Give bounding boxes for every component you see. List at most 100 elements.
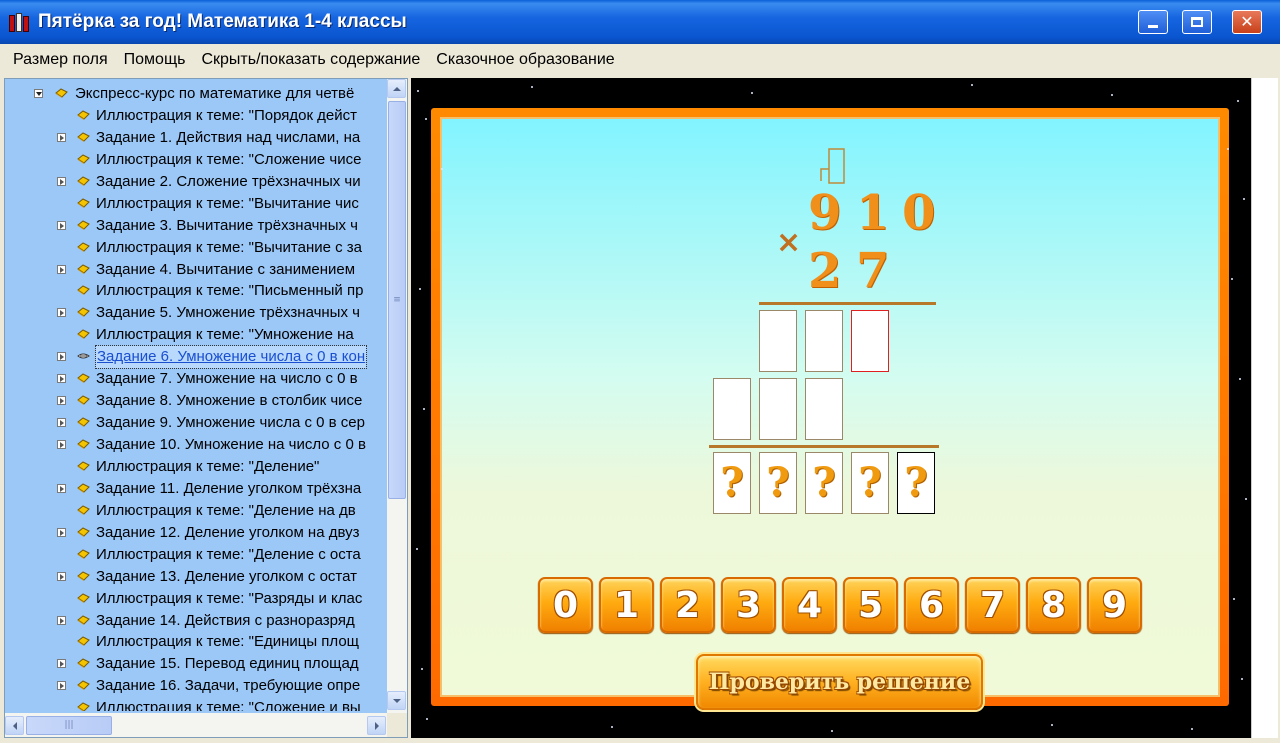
carry-digit-cell[interactable] [820, 147, 846, 185]
expand-icon[interactable] [57, 659, 66, 669]
tree-item[interactable]: Иллюстрация к теме: "Сложение чисе [5, 149, 387, 171]
tree-item[interactable]: Задание 16. Задачи, требующие опре [5, 675, 387, 697]
expand-icon[interactable] [57, 396, 66, 406]
grip-icon: ≡ [393, 294, 401, 305]
expand-icon[interactable] [57, 374, 66, 384]
scroll-thumb[interactable]: ≡ [388, 101, 406, 499]
expand-icon[interactable] [57, 264, 66, 274]
hscroll-thumb[interactable]: ||| [26, 716, 112, 735]
book-icon [77, 132, 90, 143]
tree-horizontal-scrollbar[interactable]: ||| [5, 713, 387, 737]
partial-product-cell-active[interactable] [851, 310, 889, 372]
expand-icon[interactable] [57, 176, 66, 186]
tree-item[interactable]: Задание 15. Перевод единиц площад [5, 653, 387, 675]
menu-field-size[interactable]: Размер поля [13, 51, 108, 69]
scrollbar-corner [387, 713, 407, 737]
answer-cell[interactable]: ? [759, 452, 797, 514]
tree-vertical-scrollbar[interactable]: ≡ [387, 79, 407, 713]
digit-key-3[interactable]: 3 [721, 577, 776, 633]
menu-fairy-education[interactable]: Сказочное образование [436, 51, 614, 69]
tree-item[interactable]: Задание 7. Умножение на число с 0 в [5, 368, 387, 390]
partial-product-cell[interactable] [759, 310, 797, 372]
scroll-left-button[interactable] [5, 716, 24, 735]
menu-toggle-contents[interactable]: Скрыть/показать содержание [201, 51, 420, 69]
tree-item[interactable]: Задание 10. Умножение на число с 0 в [5, 434, 387, 456]
expand-icon[interactable] [57, 220, 66, 230]
tree-item[interactable]: Задание 3. Вычитание трёхзначных ч [5, 215, 387, 237]
digit-key-2[interactable]: 2 [660, 577, 715, 633]
expand-icon[interactable] [57, 352, 66, 362]
expand-icon[interactable] [57, 681, 66, 691]
expand-icon[interactable] [57, 571, 66, 581]
digit-key-8[interactable]: 8 [1026, 577, 1081, 633]
tree-item[interactable]: Задание 12. Деление уголком на двуз [5, 522, 387, 544]
partial-product-cell[interactable] [805, 310, 843, 372]
expand-icon[interactable] [57, 132, 66, 142]
tree-item-label: Задание 9. Умножение числа с 0 в сер [96, 414, 365, 432]
multiplier-digit: 2 [808, 243, 842, 299]
star [1231, 278, 1233, 280]
tree-item[interactable]: Задание 8. Умножение в столбик чисе [5, 390, 387, 412]
expand-icon[interactable] [57, 527, 66, 537]
tree-item[interactable]: Задание 1. Действия над числами, на [5, 127, 387, 149]
close-button[interactable]: ✕ [1232, 10, 1262, 34]
digit-key-1[interactable]: 1 [599, 577, 654, 633]
tree-item[interactable]: Задание 9. Умножение числа с 0 в сер [5, 412, 387, 434]
grip-icon: ||| [64, 720, 74, 730]
title-bar[interactable]: Пятёрка за год! Математика 1-4 классы ✕ [0, 0, 1280, 44]
answer-cell[interactable]: ? [897, 452, 935, 514]
star [1237, 100, 1239, 102]
check-solution-button[interactable]: Проверить решение [696, 654, 983, 710]
answer-cell[interactable]: ? [713, 452, 751, 514]
tree-item[interactable]: Иллюстрация к теме: "Разряды и клас [5, 588, 387, 610]
partial-product-cell[interactable] [713, 378, 751, 440]
maximize-button[interactable] [1182, 10, 1212, 34]
tree-item-label: Иллюстрация к теме: "Письменный пр [96, 282, 364, 300]
scroll-down-button[interactable] [387, 691, 406, 710]
multiplicand-digit: 1 [856, 185, 890, 241]
digit-key-4[interactable]: 4 [782, 577, 837, 633]
answer-cell[interactable]: ? [851, 452, 889, 514]
expand-icon[interactable] [57, 440, 66, 449]
digit-key-5[interactable]: 5 [843, 577, 898, 633]
tree-item[interactable]: Задание 11. Деление уголком трёхзна [5, 478, 387, 500]
expand-icon[interactable] [57, 418, 66, 428]
tree-item[interactable]: Иллюстрация к теме: "Вычитание с за [5, 237, 387, 259]
partial-product-cell[interactable] [759, 378, 797, 440]
tree-item[interactable]: Иллюстрация к теме: "Деление с оста [5, 544, 387, 566]
tree-item[interactable]: Иллюстрация к теме: "Вычитание чис [5, 193, 387, 215]
tree-item[interactable]: Иллюстрация к теме: "Сложение и вы [5, 697, 387, 711]
tree-item[interactable]: Задание 4. Вычитание с занимением [5, 259, 387, 281]
book-icon [77, 285, 90, 296]
scroll-right-button[interactable] [367, 716, 386, 735]
tree-item[interactable]: Задание 13. Деление уголком с остат [5, 566, 387, 588]
tree-item[interactable]: Иллюстрация к теме: "Порядок дейст [5, 105, 387, 127]
tree-item-selected[interactable]: Задание 6. Умножение числа с 0 в кон [5, 345, 387, 370]
tree-item[interactable]: Иллюстрация к теме: "Письменный пр [5, 280, 387, 302]
answer-cell[interactable]: ? [805, 452, 843, 514]
minimize-button[interactable] [1138, 10, 1168, 34]
tree-item[interactable]: Иллюстрация к теме: "Деление" [5, 456, 387, 478]
menu-help[interactable]: Помощь [124, 51, 186, 69]
tree-item-label: Иллюстрация к теме: "Умножение на [96, 326, 354, 344]
book-icon [77, 241, 90, 253]
collapse-icon[interactable] [34, 89, 43, 98]
tree-item[interactable]: Задание 14. Действия с разноразряд [5, 610, 387, 632]
star [441, 168, 443, 170]
expand-icon[interactable] [57, 308, 66, 318]
expand-icon[interactable] [57, 615, 66, 625]
digit-key-7[interactable]: 7 [965, 577, 1020, 633]
tree-item[interactable]: Иллюстрация к теме: "Единицы площ [5, 631, 387, 653]
digit-key-9[interactable]: 9 [1087, 577, 1142, 633]
digit-key-6[interactable]: 6 [904, 577, 959, 633]
scroll-up-button[interactable] [387, 79, 406, 98]
tree-item[interactable]: Иллюстрация к теме: "Умножение на [5, 324, 387, 346]
partial-product-cell[interactable] [805, 378, 843, 440]
tree-item[interactable]: Задание 5. Умножение трёхзначных ч [5, 302, 387, 324]
expand-icon[interactable] [57, 483, 66, 493]
digit-key-0[interactable]: 0 [538, 577, 593, 633]
tree-root-item[interactable]: Экспресс-курс по математике для четвё [5, 83, 387, 105]
tree-item[interactable]: Иллюстрация к теме: "Деление на дв [5, 500, 387, 522]
tree-item[interactable]: Задание 2. Сложение трёхзначных чи [5, 171, 387, 193]
book-icon [77, 198, 90, 209]
